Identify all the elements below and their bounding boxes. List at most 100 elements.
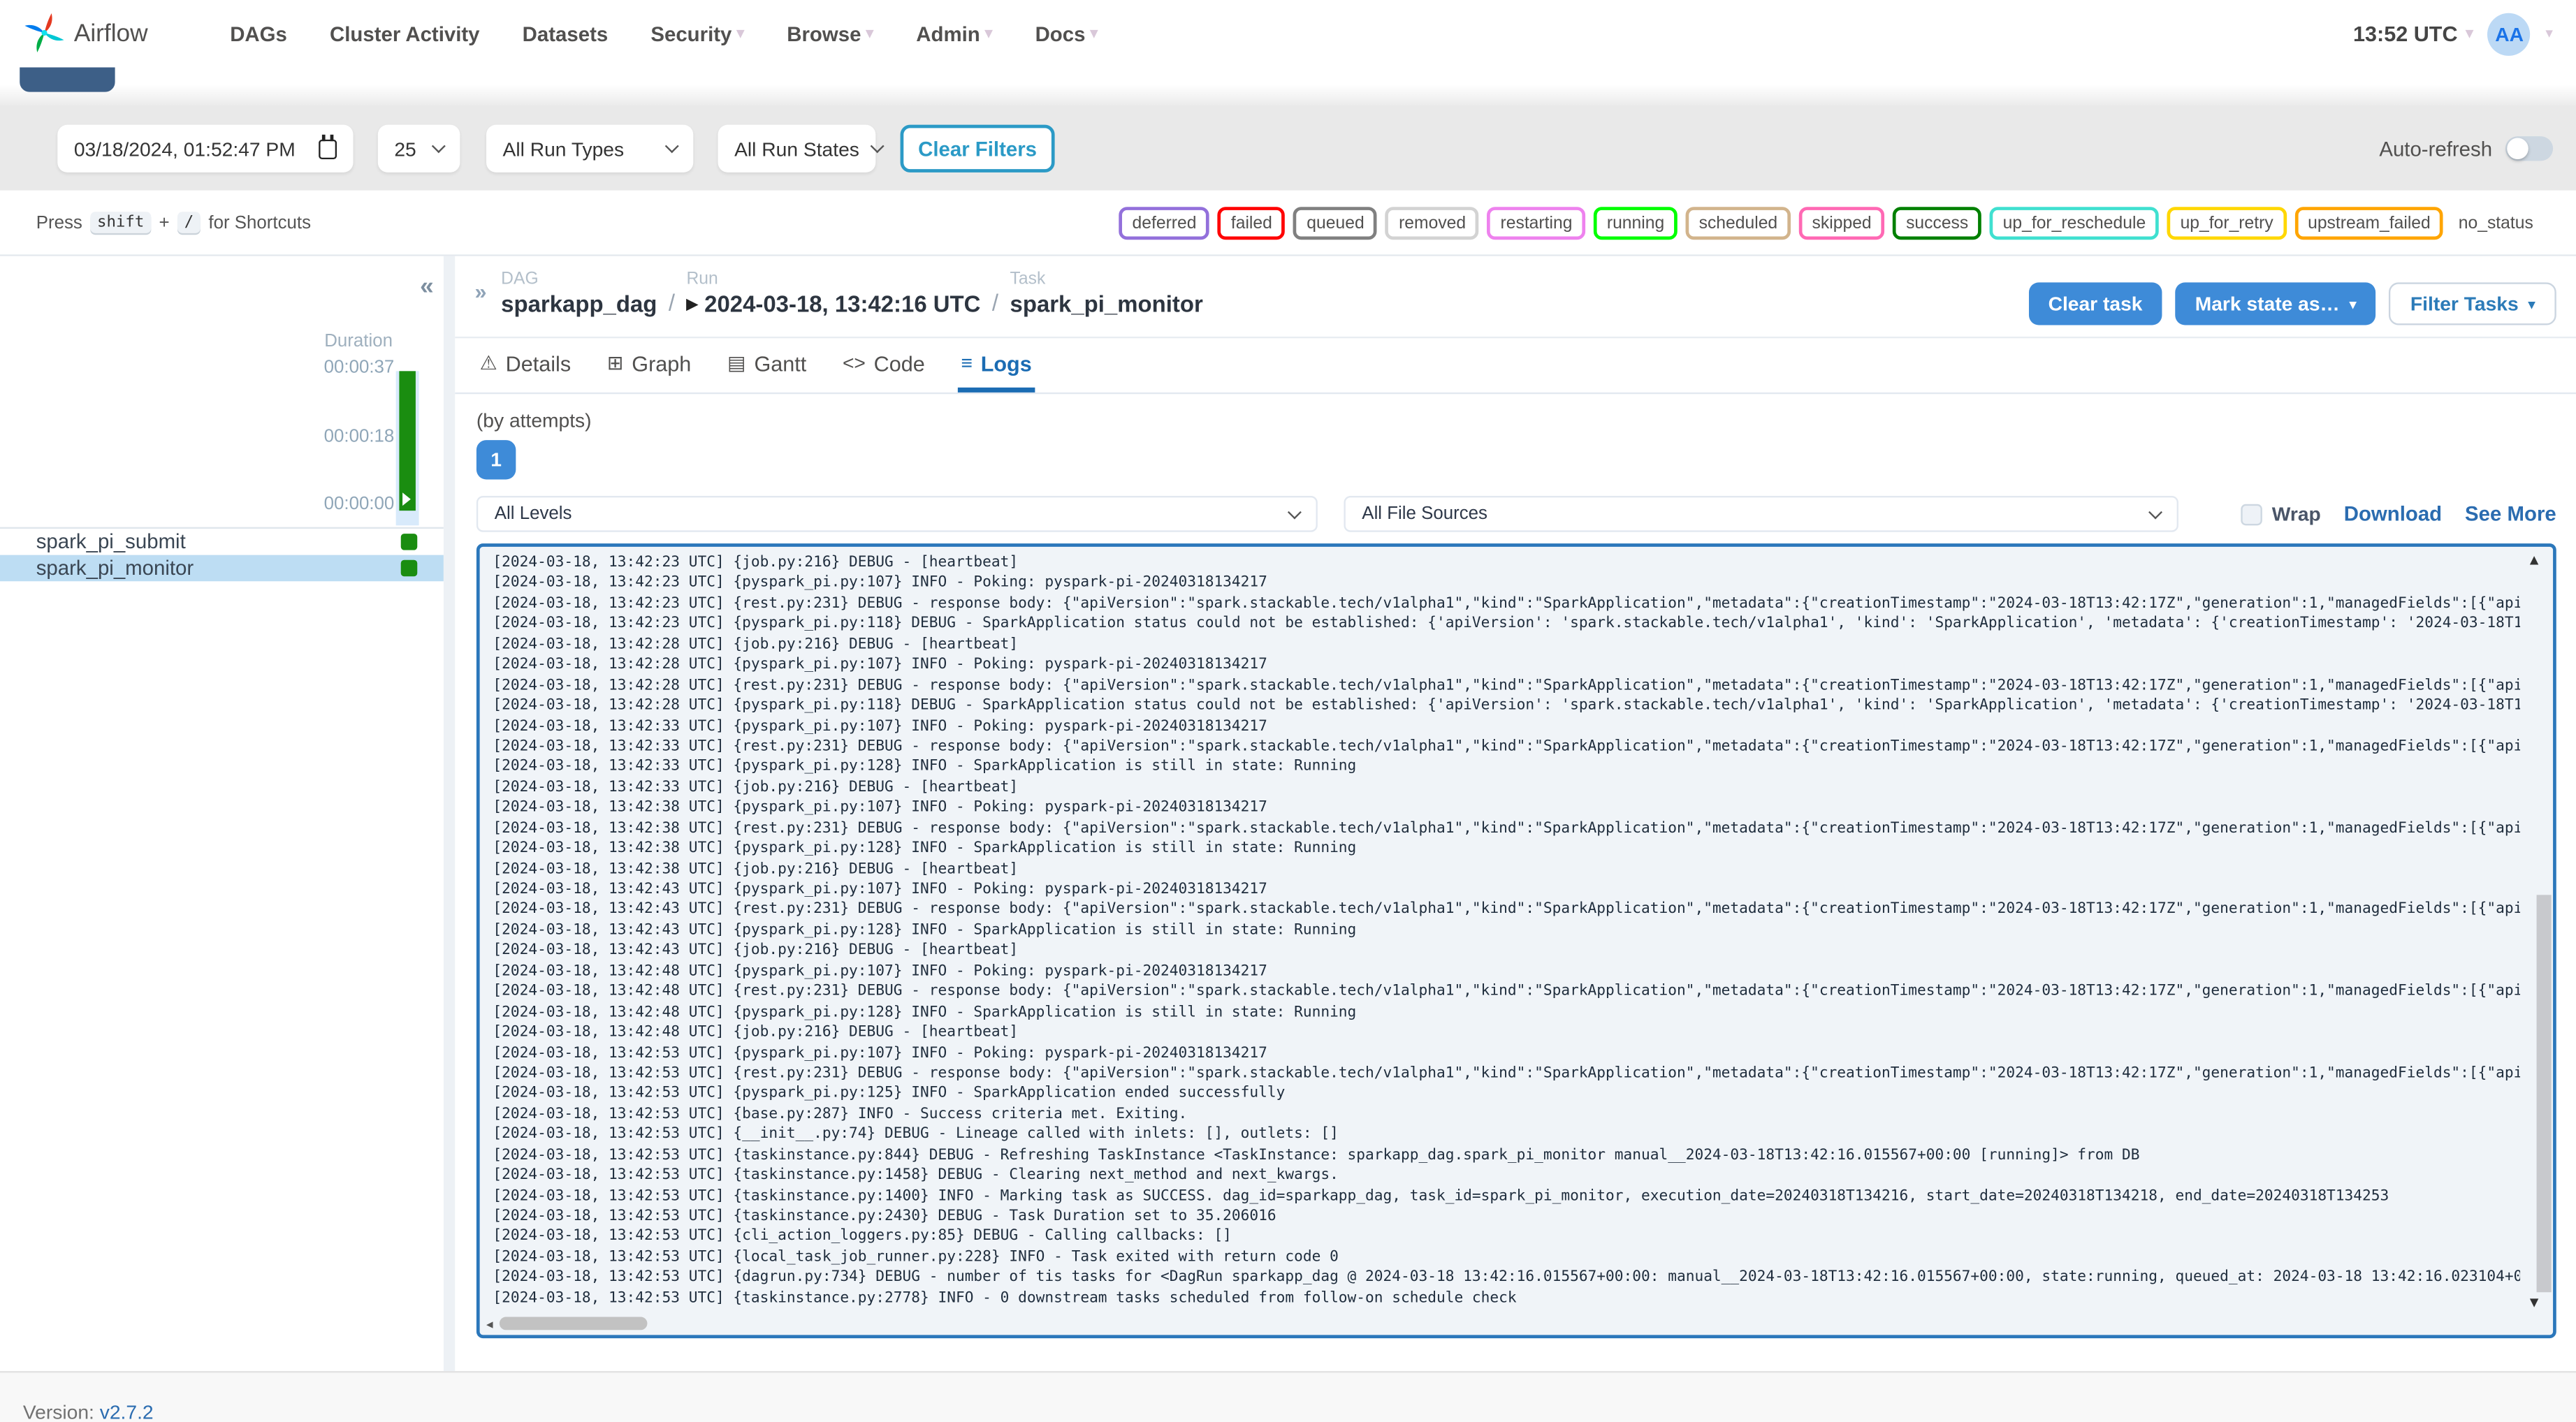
shortcuts-suffix: for Shortcuts — [208, 212, 312, 233]
status-badge-running[interactable]: running — [1594, 206, 1678, 240]
log-line: [2024-03-18, 13:42:28 UTC] {pyspark_pi.p… — [493, 657, 1267, 674]
breadcrumb-dag[interactable]: DAG sparkapp_dag — [501, 270, 657, 317]
see-more-link[interactable]: See More — [2465, 502, 2556, 525]
nav-item-browse[interactable]: Browse ▾ — [787, 22, 873, 45]
base-date-input[interactable]: 03/18/2024, 01:52:47 PM — [57, 124, 354, 173]
log-levels-select[interactable]: All Levels — [476, 496, 1318, 532]
version-label: Version: — [22, 1400, 94, 1422]
horizontal-scrollbar-thumb[interactable] — [499, 1317, 648, 1331]
cutoff-dark-button[interactable] — [20, 67, 115, 92]
tab-graph[interactable]: ⊞ Graph — [604, 338, 694, 393]
tab-logs[interactable]: ≡ Logs — [957, 338, 1035, 393]
tab-label: Details — [505, 350, 572, 376]
chevron-down-icon — [1287, 504, 1302, 519]
auto-refresh-toggle[interactable] — [2505, 136, 2554, 161]
chevron-down-icon: ▾ — [984, 24, 993, 41]
scroll-up-icon[interactable]: ▲ — [2527, 552, 2542, 569]
scrolled-strip — [0, 67, 2576, 105]
status-badge-up_for_reschedule[interactable]: up_for_reschedule — [1989, 206, 2159, 240]
legend-row: Press shift + / for Shortcuts deferred fa… — [0, 190, 2576, 255]
task-row-spark_pi_submit[interactable]: spark_pi_submit — [0, 529, 444, 555]
logs-icon: ≡ — [961, 351, 973, 375]
tab-label: Code — [873, 350, 925, 376]
log-line: [2024-03-18, 13:42:53 UTC] {taskinstance… — [493, 1147, 2140, 1164]
status-badge-success[interactable]: success — [1893, 206, 1982, 240]
clear-filters-button[interactable]: Clear Filters — [900, 124, 1055, 173]
nav-item-docs[interactable]: Docs ▾ — [1035, 22, 1098, 45]
nav-item-cluster-activity[interactable]: Cluster Activity — [330, 22, 480, 45]
airflow-logo[interactable]: Airflow — [23, 11, 148, 54]
clock-dropdown[interactable]: 13:52 UTC ▾ — [2353, 22, 2473, 46]
grid-sidebar: « Duration 00:00:37 00:00:18 00:00:00 spar… — [0, 256, 444, 1372]
log-line: [2024-03-18, 13:42:53 UTC] {dagrun.py:73… — [493, 1270, 2520, 1287]
run-label: Run — [686, 269, 718, 289]
clear-task-button[interactable]: Clear task — [2028, 282, 2162, 325]
nav-item-datasets[interactable]: Datasets — [523, 22, 609, 45]
task-instance-status-square[interactable] — [400, 534, 418, 550]
panel-resize-gutter[interactable] — [443, 256, 456, 1372]
status-badge-up_for_retry[interactable]: up_for_retry — [2167, 206, 2287, 240]
log-line: [2024-03-18, 13:42:53 UTC] {taskinstance… — [493, 1167, 1339, 1185]
status-badge-queued[interactable]: queued — [1293, 206, 1378, 240]
wrap-checkbox[interactable] — [2241, 503, 2262, 525]
task-instance-status-square[interactable] — [400, 559, 418, 577]
collapse-sidebar-icon[interactable]: « — [420, 272, 434, 300]
filter-tasks-button[interactable]: Filter Tasks ▾ — [2389, 282, 2556, 325]
tab-code[interactable]: <> Code — [839, 338, 928, 393]
tab-label: Graph — [632, 350, 692, 376]
kbd-shift: shift — [90, 212, 151, 233]
run-types-select[interactable]: All Run Types — [486, 124, 694, 173]
nav-item-label: Cluster Activity — [330, 22, 480, 45]
log-line: [2024-03-18, 13:42:33 UTC] {pyspark_pi.p… — [493, 759, 1357, 776]
status-badge-restarting[interactable]: restarting — [1487, 206, 1586, 240]
task-value: spark_pi_monitor — [1010, 291, 1203, 317]
status-badge-skipped[interactable]: skipped — [1798, 206, 1885, 240]
nav-item-admin[interactable]: Admin ▾ — [916, 22, 992, 45]
task-name: spark_pi_monitor — [36, 556, 194, 580]
nav-item-dags[interactable]: DAGs — [230, 22, 287, 45]
breadcrumb-task[interactable]: Task spark_pi_monitor — [1010, 270, 1203, 317]
breadcrumb-run[interactable]: Run ▶ 2024-03-18, 13:42:16 UTC — [686, 270, 980, 317]
task-label: Task — [1010, 269, 1046, 289]
user-menu-chevron-icon[interactable]: ▾ — [2545, 24, 2553, 43]
task-row-spark_pi_monitor[interactable]: spark_pi_monitor — [0, 555, 444, 582]
status-badge-removed[interactable]: removed — [1385, 206, 1479, 240]
log-line: [2024-03-18, 13:42:48 UTC] {rest.py:231}… — [493, 983, 2520, 1001]
tab-gantt[interactable]: ▤ Gantt — [724, 338, 810, 393]
duration-label: Duration — [324, 331, 393, 352]
play-indicator-icon — [402, 492, 411, 506]
log-line: [2024-03-18, 13:42:23 UTC] {rest.py:231}… — [493, 596, 2520, 613]
page-size-select[interactable]: 25 — [377, 124, 460, 173]
expand-breadcrumb-icon[interactable]: » — [475, 279, 487, 304]
download-link[interactable]: Download — [2344, 502, 2442, 525]
file-sources-select[interactable]: All File Sources — [1344, 496, 2178, 532]
run-states-select[interactable]: All Run States — [718, 124, 885, 173]
log-line: [2024-03-18, 13:42:23 UTC] {job.py:216} … — [493, 555, 1019, 572]
task-list: spark_pi_submit spark_pi_monitor — [0, 527, 444, 582]
version-text: Version: v2.7.2 — [23, 1400, 154, 1422]
status-badge-upstream_failed[interactable]: upstream_failed — [2294, 206, 2444, 240]
run-duration-bar[interactable] — [399, 371, 416, 511]
log-levels-value: All Levels — [494, 504, 572, 524]
vertical-scrollbar-thumb[interactable] — [2536, 895, 2552, 1293]
log-line: [2024-03-18, 13:42:53 UTC] {cli_action_l… — [493, 1229, 1232, 1246]
status-badge-deferred[interactable]: deferred — [1119, 206, 1210, 240]
calendar-icon[interactable] — [319, 133, 337, 159]
nav-item-security[interactable]: Security ▾ — [650, 22, 744, 45]
avatar[interactable]: AA — [2488, 12, 2531, 55]
status-badge-scheduled[interactable]: scheduled — [1685, 206, 1791, 240]
version-link[interactable]: v2.7.2 — [100, 1400, 154, 1422]
task-actions: Clear task Mark state as… ▾ Filter Tasks… — [2028, 282, 2556, 325]
breadcrumb-separator: / — [668, 288, 676, 316]
scroll-down-icon[interactable]: ▼ — [2527, 1294, 2542, 1311]
status-badge-failed[interactable]: failed — [1218, 206, 1286, 240]
tab-details[interactable]: ⚠ Details — [476, 338, 574, 393]
chevron-down-icon — [664, 139, 679, 154]
scroll-left-icon[interactable]: ◂ — [486, 1316, 493, 1331]
run-types-value: All Run Types — [502, 137, 625, 161]
attempt-1-button[interactable]: 1 — [476, 440, 516, 480]
mark-state-button[interactable]: Mark state as… ▾ — [2175, 282, 2376, 325]
kbd-slash: / — [177, 212, 201, 233]
log-line: [2024-03-18, 13:42:43 UTC] {pyspark_pi.p… — [493, 922, 1357, 939]
nav-item-label: Datasets — [522, 22, 609, 45]
